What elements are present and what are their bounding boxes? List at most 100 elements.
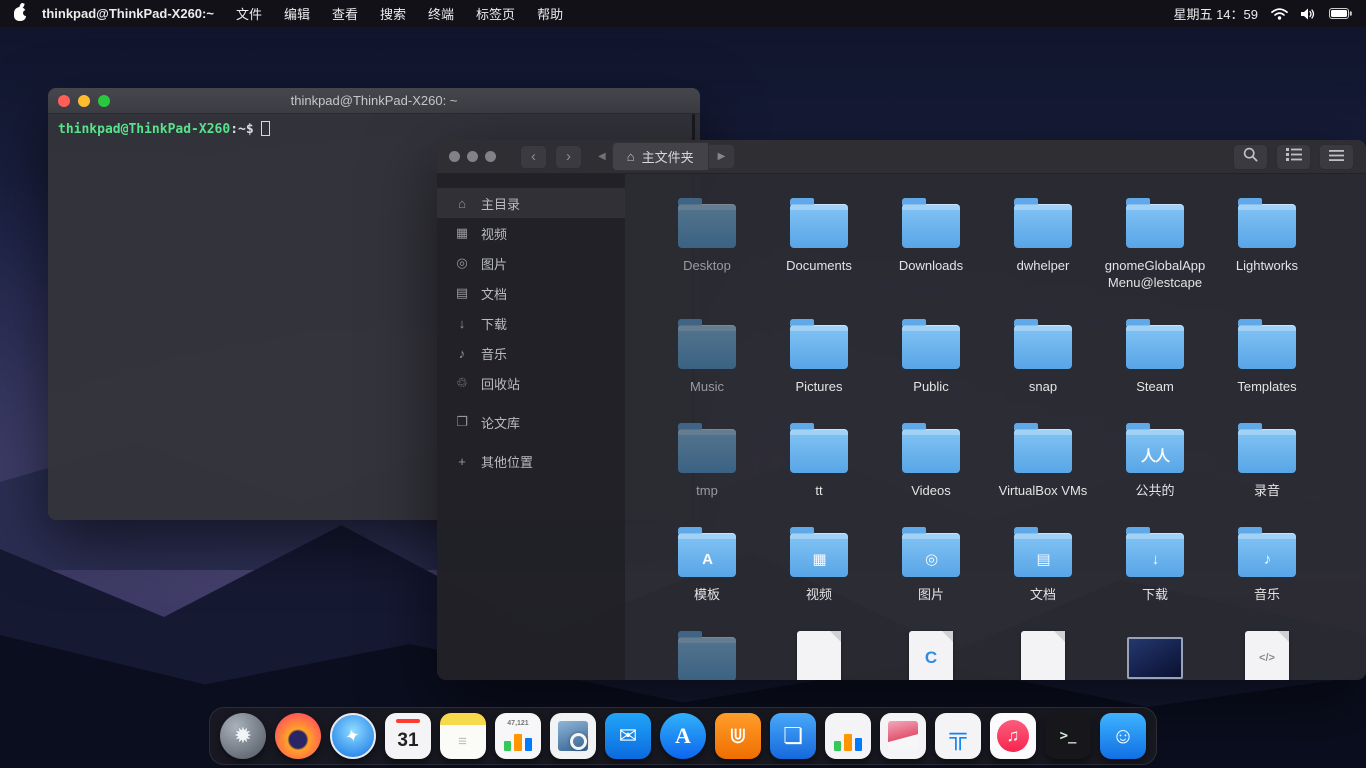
folder-icon xyxy=(1126,325,1184,369)
folder-item[interactable]: Public xyxy=(875,313,987,395)
dock-mail[interactable]: ✉ xyxy=(605,713,651,759)
folder-item[interactable]: Lightworks xyxy=(1211,192,1323,291)
folder-icon: ▦ xyxy=(790,533,848,577)
minimize-button[interactable] xyxy=(78,95,90,107)
wifi-icon[interactable] xyxy=(1271,8,1288,20)
dock-notes[interactable]: ≡ xyxy=(440,713,486,759)
dock-music[interactable]: ♫ xyxy=(990,713,1036,759)
dock-app-store[interactable]: A xyxy=(660,713,706,759)
sidebar-item[interactable]: ◎图片 xyxy=(437,248,625,278)
dock-calendar[interactable]: 31 xyxy=(385,713,431,759)
back-button[interactable]: ‹ xyxy=(520,145,547,169)
menubar-clock[interactable]: 星期五 14：59 xyxy=(1173,4,1258,23)
maximize-button[interactable] xyxy=(485,151,496,162)
file-item[interactable] xyxy=(763,625,875,680)
search-icon xyxy=(1243,147,1258,167)
file-item[interactable] xyxy=(987,625,1099,680)
sidebar-item[interactable]: ▤文档 xyxy=(437,278,625,308)
terminal-cursor xyxy=(261,121,270,136)
dock-books[interactable]: ⋓ xyxy=(715,713,761,759)
dock-photos[interactable] xyxy=(880,713,926,759)
folder-icon xyxy=(1014,204,1072,248)
file-label: tmp xyxy=(696,482,718,499)
file-item[interactable] xyxy=(1099,625,1211,680)
folder-item[interactable]: gnomeGlobalAppMenu@lestcape xyxy=(1099,192,1211,291)
menu-button[interactable] xyxy=(1319,144,1354,170)
folder-item[interactable]: tmp xyxy=(651,417,763,499)
folder-item[interactable]: tt xyxy=(763,417,875,499)
folder-item[interactable]: Music xyxy=(651,313,763,395)
volume-icon[interactable] xyxy=(1301,8,1316,20)
path-forward-button[interactable]: ▶ xyxy=(709,144,736,169)
folder-item[interactable]: snap xyxy=(987,313,1099,395)
sidebar-item[interactable]: +其他位置 xyxy=(437,446,625,476)
sidebar-item[interactable]: ↓ 下载 xyxy=(437,308,625,338)
folder-item[interactable]: Templates xyxy=(1211,313,1323,395)
dock-stocks[interactable]: 47,121 xyxy=(495,713,541,759)
dock-documents[interactable]: ❏ xyxy=(770,713,816,759)
menubar-menu-6[interactable]: 帮助 xyxy=(537,4,563,23)
menubar-menu-3[interactable]: 搜索 xyxy=(380,4,406,23)
close-button[interactable] xyxy=(58,95,70,107)
folder-icon: ◎ xyxy=(902,533,960,577)
app-store-icon: A xyxy=(660,713,706,759)
folder-item[interactable]: Downloads xyxy=(875,192,987,291)
folder-item[interactable]: 人人公共的 xyxy=(1099,417,1211,499)
file-label: Pictures xyxy=(796,378,843,395)
folder-icon xyxy=(678,204,736,248)
folder-item[interactable]: Videos xyxy=(875,417,987,499)
menubar-menu-4[interactable]: 终端 xyxy=(428,4,454,23)
minimize-button[interactable] xyxy=(467,151,478,162)
folder-item[interactable]: ♪音乐 xyxy=(1211,521,1323,603)
menubar-menu-0[interactable]: 文件 xyxy=(236,4,262,23)
folder-item[interactable]: ↓下载 xyxy=(1099,521,1211,603)
apple-menu-icon[interactable] xyxy=(14,7,26,21)
search-button[interactable] xyxy=(1233,144,1268,170)
sidebar-item[interactable]: ❐论文库 xyxy=(437,407,625,437)
folder-item[interactable]: Steam xyxy=(1099,313,1211,395)
folder-item[interactable] xyxy=(651,625,763,680)
folder-item[interactable]: VirtualBox VMs xyxy=(987,417,1099,499)
dock-safari[interactable]: ✦ xyxy=(330,713,376,759)
sidebar-item[interactable]: ♲回收站 xyxy=(437,368,625,398)
folder-item[interactable]: A模板 xyxy=(651,521,763,603)
sidebar-item-label: 下载 xyxy=(481,314,507,333)
battery-icon[interactable] xyxy=(1329,8,1352,19)
folder-item[interactable]: 录音 xyxy=(1211,417,1323,499)
forward-button[interactable]: › xyxy=(555,145,582,169)
folder-item[interactable]: Documents xyxy=(763,192,875,291)
file-manager-headerbar[interactable]: ‹ › ◀ ⌂ 主文件夹 ▶ xyxy=(437,140,1366,174)
dock-finder[interactable]: ☺ xyxy=(1100,713,1146,759)
dock-firefox[interactable] xyxy=(275,713,321,759)
terminal-titlebar[interactable]: thinkpad@ThinkPad-X260: ~ xyxy=(48,88,700,114)
sidebar-item[interactable]: ♪音乐 xyxy=(437,338,625,368)
folder-item[interactable]: ◎图片 xyxy=(875,521,987,603)
sidebar-item[interactable]: ⌂主目录 xyxy=(437,188,625,218)
dock-launchpad[interactable]: ✹ xyxy=(220,713,266,759)
folder-item[interactable]: ▤文档 xyxy=(987,521,1099,603)
chart-icon xyxy=(825,713,871,759)
dock-chart[interactable] xyxy=(825,713,871,759)
dock-preview[interactable] xyxy=(550,713,596,759)
maximize-button[interactable] xyxy=(98,95,110,107)
hamburger-icon xyxy=(1329,148,1344,166)
dock-keynote[interactable]: ╦ xyxy=(935,713,981,759)
breadcrumb[interactable]: ⌂ 主文件夹 xyxy=(612,142,709,171)
folder-item[interactable]: Pictures xyxy=(763,313,875,395)
download-icon: ↓ xyxy=(454,316,470,331)
menubar-menu-2[interactable]: 查看 xyxy=(332,4,358,23)
menubar-menu-1[interactable]: 编辑 xyxy=(284,4,310,23)
terminal-prompt-path: :~$ xyxy=(230,122,253,137)
folder-item[interactable]: dwhelper xyxy=(987,192,1099,291)
folder-item[interactable]: ▦视频 xyxy=(763,521,875,603)
file-item[interactable]: C xyxy=(875,625,987,680)
sidebar-item[interactable]: ▦视频 xyxy=(437,218,625,248)
file-item[interactable]: </> xyxy=(1211,625,1323,680)
menubar-menu-5[interactable]: 标签页 xyxy=(476,4,515,23)
folder-item[interactable]: Desktop xyxy=(651,192,763,291)
menubar-app-title: thinkpad@ThinkPad-X260:~ xyxy=(42,6,214,21)
dock-terminal[interactable]: >_ xyxy=(1045,713,1091,759)
view-toggle-button[interactable] xyxy=(1276,144,1311,170)
close-button[interactable] xyxy=(449,151,460,162)
path-collapse-icon[interactable]: ◀ xyxy=(598,151,606,162)
